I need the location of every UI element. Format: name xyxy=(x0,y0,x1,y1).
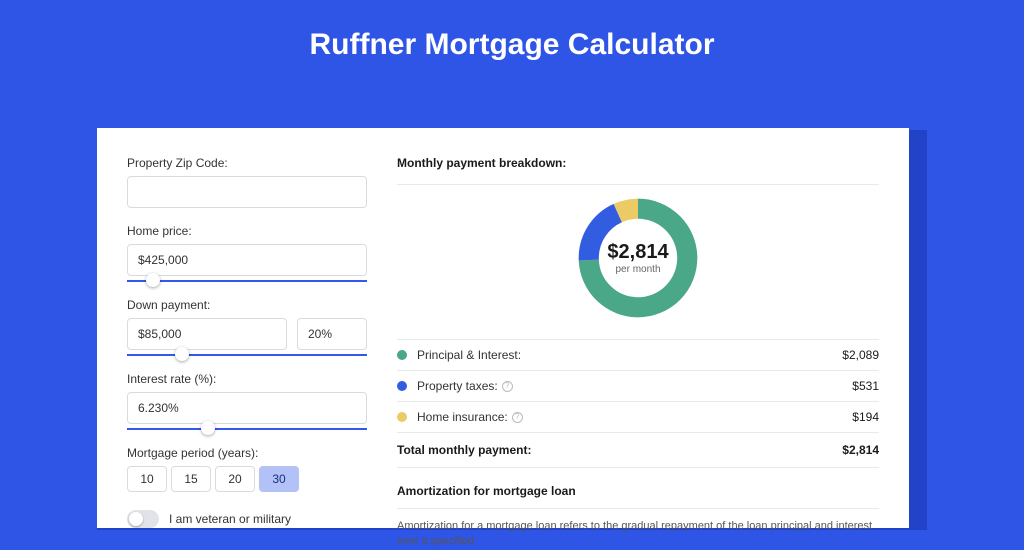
period-block: Mortgage period (years): 10152030 xyxy=(127,446,367,492)
donut-amount: $2,814 xyxy=(607,241,668,264)
donut-chart: $2,814 per month xyxy=(573,193,703,323)
page-title: Ruffner Mortgage Calculator xyxy=(0,28,1024,62)
veteran-row: I am veteran or military xyxy=(127,510,367,528)
divider xyxy=(397,184,879,185)
down-payment-label: Down payment: xyxy=(127,298,367,312)
breakdown-row: Home insurance:?$194 xyxy=(397,402,879,432)
home-price-slider[interactable] xyxy=(127,280,367,282)
down-payment-block: Down payment: xyxy=(127,298,367,356)
total-row: Total monthly payment: $2,814 xyxy=(397,433,879,467)
toggle-knob xyxy=(129,512,143,526)
breakdown-row: Principal & Interest:$2,089 xyxy=(397,340,879,370)
calculator-card: Property Zip Code: Home price: Down paym… xyxy=(97,128,909,528)
zip-input[interactable] xyxy=(127,176,367,208)
amort-title: Amortization for mortgage loan xyxy=(397,484,879,498)
donut-center: $2,814 per month xyxy=(573,193,703,323)
rate-slider-thumb[interactable] xyxy=(201,421,215,435)
breakdown-label: Principal & Interest: xyxy=(417,348,842,362)
amort-body: Amortization for a mortgage loan refers … xyxy=(397,519,879,550)
home-price-slider-thumb[interactable] xyxy=(146,273,160,287)
down-amount-input[interactable] xyxy=(127,318,287,350)
period-btn-10[interactable]: 10 xyxy=(127,466,167,492)
breakdown-label: Home insurance:? xyxy=(417,410,852,424)
veteran-toggle[interactable] xyxy=(127,510,159,528)
period-label: Mortgage period (years): xyxy=(127,446,367,460)
period-btn-20[interactable]: 20 xyxy=(215,466,255,492)
info-icon[interactable]: ? xyxy=(502,381,513,392)
total-value: $2,814 xyxy=(842,443,879,457)
home-price-input[interactable] xyxy=(127,244,367,276)
breakdown-row: Property taxes:?$531 xyxy=(397,371,879,401)
total-label: Total monthly payment: xyxy=(397,443,531,457)
zip-field-block: Property Zip Code: xyxy=(127,156,367,208)
info-icon[interactable]: ? xyxy=(512,412,523,423)
period-btn-30[interactable]: 30 xyxy=(259,466,299,492)
rate-slider[interactable] xyxy=(127,428,367,430)
legend-dot xyxy=(397,381,407,391)
period-btn-15[interactable]: 15 xyxy=(171,466,211,492)
home-price-block: Home price: xyxy=(127,224,367,282)
breakdown-label: Property taxes:? xyxy=(417,379,852,393)
breakdown-value: $2,089 xyxy=(842,348,879,362)
down-pct-input[interactable] xyxy=(297,318,367,350)
rate-input[interactable] xyxy=(127,392,367,424)
down-slider[interactable] xyxy=(127,354,367,356)
rate-block: Interest rate (%): xyxy=(127,372,367,430)
donut-sub: per month xyxy=(615,264,660,275)
breakdown-column: Monthly payment breakdown: $2,814 per mo… xyxy=(397,156,879,528)
divider xyxy=(397,508,879,509)
donut-wrap: $2,814 per month xyxy=(397,193,879,323)
zip-label: Property Zip Code: xyxy=(127,156,367,170)
legend-dot xyxy=(397,350,407,360)
rate-label: Interest rate (%): xyxy=(127,372,367,386)
veteran-label: I am veteran or military xyxy=(169,512,291,526)
period-row: 10152030 xyxy=(127,466,367,492)
legend-dot xyxy=(397,412,407,422)
breakdown-value: $194 xyxy=(852,410,879,424)
divider xyxy=(397,467,879,468)
breakdown-title: Monthly payment breakdown: xyxy=(397,156,879,170)
home-price-label: Home price: xyxy=(127,224,367,238)
form-column: Property Zip Code: Home price: Down paym… xyxy=(127,156,367,528)
breakdown-value: $531 xyxy=(852,379,879,393)
down-slider-thumb[interactable] xyxy=(175,347,189,361)
